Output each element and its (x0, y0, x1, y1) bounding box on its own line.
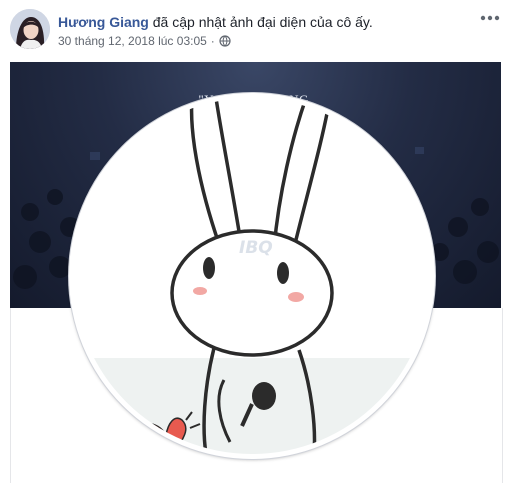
author-avatar[interactable] (10, 9, 50, 49)
bunny-illustration (74, 98, 430, 454)
more-options-icon (480, 15, 500, 21)
author-name-link[interactable]: Hương Giang (58, 14, 149, 30)
feed-post: Hương Giang đã cập nhật ảnh đại diện của… (0, 0, 511, 495)
globe-icon[interactable] (219, 35, 231, 47)
post-meta: 30 tháng 12, 2018 lúc 03:05 · (58, 34, 231, 48)
avatar-photo (10, 9, 50, 49)
post-action-text: đã cập nhật ảnh đại diện của cô ấy. (148, 14, 373, 30)
post-headline: Hương Giang đã cập nhật ảnh đại diện của… (58, 13, 478, 31)
watermark-logo: IBQ (239, 238, 273, 258)
separator-dot: · (210, 34, 215, 48)
profile-picture[interactable] (74, 98, 430, 454)
post-timestamp-link[interactable]: 30 tháng 12, 2018 lúc 03:05 (58, 34, 207, 48)
more-options-button[interactable] (477, 9, 503, 27)
